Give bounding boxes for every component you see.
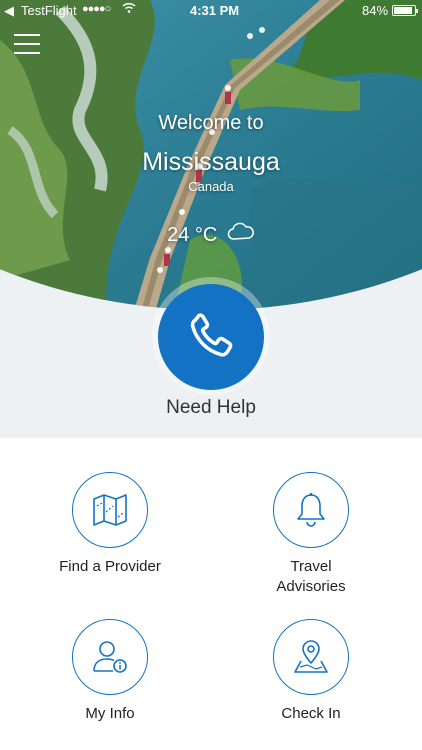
bell-icon [297,493,325,527]
location-pin-icon [294,640,328,673]
travel-advisories-tile[interactable]: Travel Advisories [211,472,411,597]
my-info-tile[interactable]: My Info [10,619,210,724]
hamburger-menu-icon[interactable] [14,34,40,54]
welcome-text: Welcome to [158,112,264,134]
back-app-label[interactable]: TestFlight [21,3,77,18]
header-section: ◀ TestFlight ●●●●○ 4:31 PM 84% Welcome t… [0,0,422,438]
user-info-icon [93,641,127,673]
battery-percentage: 84% [362,3,389,18]
city-name: Mississauga [142,148,280,176]
check-in-button[interactable] [273,619,349,695]
find-provider-button[interactable] [72,472,148,548]
weather-display: 24 °C [0,222,422,248]
find-provider-label: Find a Provider [59,558,161,575]
back-arrow-icon[interactable]: ◀ [4,3,14,19]
check-in-tile[interactable]: Check In [211,619,411,724]
status-time: 4:31 PM [190,3,240,18]
phone-icon [190,313,233,357]
check-in-label: Check In [281,705,341,722]
travel-advisories-label: Travel Advisories [276,558,346,595]
temperature: 24 °C [167,224,218,246]
signal-icon: ●●●●○ [82,3,111,15]
map-icon [93,494,127,526]
status-bar: ◀ TestFlight ●●●●○ 4:31 PM 84% [0,0,422,22]
my-info-button[interactable] [72,619,148,695]
travel-advisories-button[interactable] [273,472,349,548]
need-help-button[interactable] [158,284,264,390]
need-help-label[interactable]: Need Help [0,397,422,419]
find-provider-tile[interactable]: Find a Provider [10,472,210,577]
my-info-label: My Info [85,705,135,722]
battery-icon [392,5,418,16]
country-name: Canada [188,179,234,194]
cloud-icon [227,222,255,248]
wifi-icon [122,2,136,17]
